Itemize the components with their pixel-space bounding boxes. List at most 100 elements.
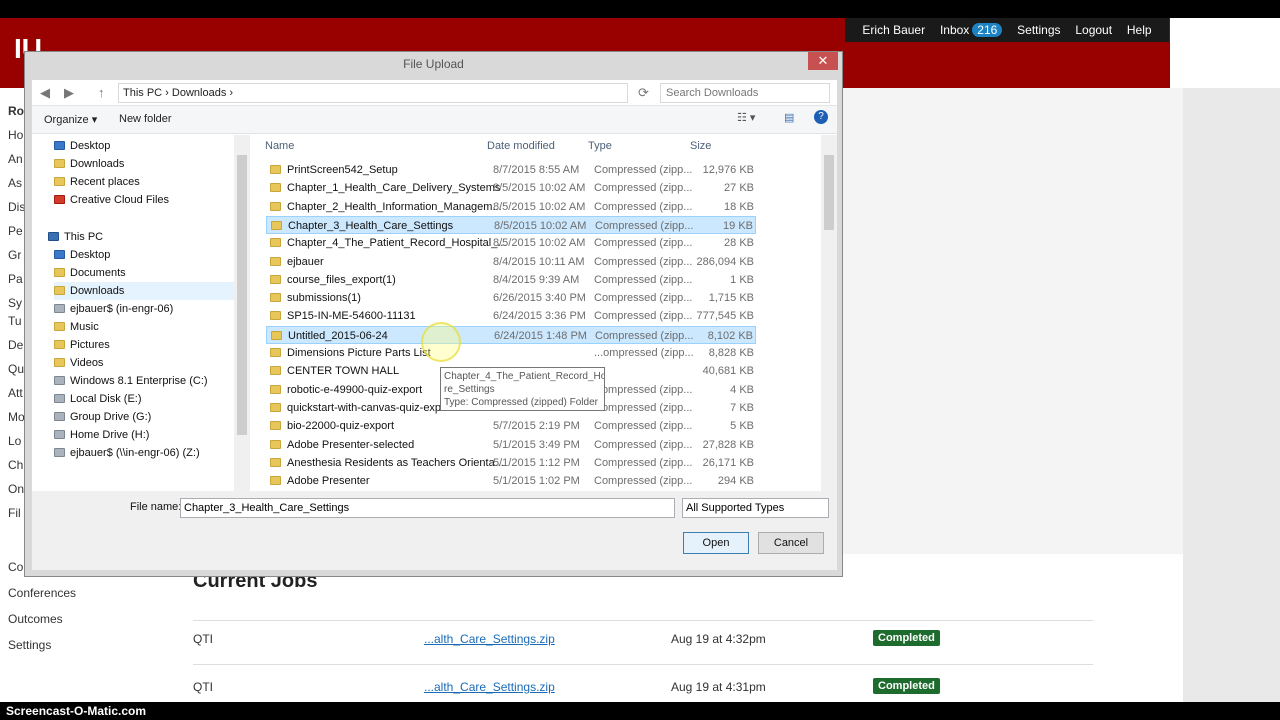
nav-item-partial[interactable]: As: [8, 176, 22, 190]
help-icon[interactable]: ?: [814, 110, 828, 124]
file-date: 5/1/2015 1:02 PM: [493, 475, 580, 488]
file-name: Chapter_4_The_Patient_Record_Hospital_..…: [270, 234, 507, 252]
nav-item-partial[interactable]: Pe: [8, 224, 23, 238]
file-row[interactable]: bio-22000-quiz-export 5/7/2015 2:19 PM Com…: [266, 417, 756, 435]
settings-link[interactable]: Settings: [1017, 23, 1060, 37]
search-input[interactable]: Search Downloads: [660, 83, 830, 103]
file-row[interactable]: Chapter_3_Health_Care_Settings 8/5/2015 1…: [266, 215, 756, 234]
file-name-field[interactable]: Chapter_3_Health_Care_Settings: [180, 498, 675, 518]
file-row[interactable]: Chapter_4_The_Patient_Record_Hospital_..…: [266, 234, 756, 252]
job-file-link[interactable]: ...alth_Care_Settings.zip: [424, 632, 555, 646]
breadcrumb-this-pc[interactable]: This PC: [123, 87, 162, 99]
nav-item-partial[interactable]: On: [8, 482, 24, 496]
close-button[interactable]: ✕: [808, 52, 838, 70]
tree-item[interactable]: Music: [54, 318, 99, 336]
nav-settings[interactable]: Settings: [8, 638, 51, 652]
folder-icon: [54, 340, 65, 349]
top-nav: Erich Bauer Inbox 216 Settings Logout Hel…: [845, 18, 1169, 42]
job-file-link[interactable]: ...alth_Care_Settings.zip: [424, 680, 555, 694]
nav-item-partial[interactable]: De: [8, 338, 23, 352]
column-size[interactable]: Size: [690, 140, 711, 152]
organize-menu[interactable]: Organize ▾: [44, 113, 97, 126]
tree-item[interactable]: Videos: [54, 354, 103, 372]
inbox-count-badge: 216: [972, 23, 1003, 37]
tree-item[interactable]: Downloads: [54, 282, 249, 300]
file-row[interactable]: Anesthesia Residents as Teachers Orienta…: [266, 454, 756, 472]
file-row[interactable]: SP15-IN-ME-54600-11131 6/24/2015 3:36 PM C…: [266, 307, 756, 325]
tree-scrollbar[interactable]: [234, 135, 250, 491]
preview-pane-icon[interactable]: ▤: [784, 111, 794, 124]
up-arrow-icon[interactable]: ↑: [98, 85, 105, 100]
refresh-icon[interactable]: ⟳: [638, 85, 649, 101]
address-bar[interactable]: This PC › Downloads ›: [118, 83, 628, 103]
file-type: Compressed (zipp...: [594, 292, 693, 305]
tree-item[interactable]: Home Drive (H:): [54, 426, 149, 444]
tree-item[interactable]: Local Disk (E:): [54, 390, 142, 408]
nav-item-partial[interactable]: Tu: [8, 314, 22, 328]
nav-item-partial[interactable]: Att: [8, 386, 23, 400]
file-name-text: Chapter_3_Health_Care_Settings: [288, 219, 454, 232]
nav-item-partial[interactable]: Qu: [8, 362, 24, 376]
nav-item-partial[interactable]: Lo: [8, 434, 21, 448]
file-row[interactable]: Adobe Presenter 5/1/2015 1:02 PM Compresse…: [266, 472, 756, 490]
forward-icon[interactable]: ▶: [64, 85, 74, 101]
tree-item[interactable]: ejbauer$ (\\in-engr-06) (Z:): [54, 444, 200, 462]
tree-item[interactable]: Downloads: [54, 155, 124, 173]
tree-item[interactable]: Desktop: [54, 137, 110, 155]
column-type[interactable]: Type: [588, 140, 612, 152]
back-icon[interactable]: ◀: [40, 85, 50, 101]
file-row[interactable]: Chapter_1_Health_Care_Delivery_Systems 8/…: [266, 179, 756, 197]
nav-outcomes[interactable]: Outcomes: [8, 612, 63, 626]
nav-item-partial[interactable]: Ch: [8, 458, 23, 472]
tree-item-label: Creative Cloud Files: [70, 194, 170, 206]
scrollbar-thumb[interactable]: [824, 155, 834, 230]
nav-item-partial[interactable]: Ro: [8, 104, 24, 118]
inbox-link[interactable]: Inbox 216: [940, 23, 1003, 37]
cancel-button[interactable]: Cancel: [758, 532, 824, 554]
scrollbar-thumb[interactable]: [237, 155, 247, 435]
file-list-scrollbar[interactable]: [821, 135, 837, 491]
column-name[interactable]: Name: [265, 140, 294, 152]
nav-item-partial[interactable]: Mo: [8, 410, 25, 424]
file-type-select[interactable]: All Supported Types: [682, 498, 829, 518]
zip-folder-icon: [270, 311, 281, 321]
file-row[interactable]: Dimensions Picture Parts List ...ompresse…: [266, 344, 756, 362]
nav-item-partial[interactable]: Ho: [8, 128, 23, 142]
nav-item-partial[interactable]: An: [8, 152, 23, 166]
file-row[interactable]: submissions(1) 6/26/2015 3:40 PM Compresse…: [266, 289, 756, 307]
tree-item[interactable]: ejbauer$ (in-engr-06): [54, 300, 173, 318]
new-folder-button[interactable]: New folder: [119, 113, 172, 125]
tree-item[interactable]: Desktop: [54, 246, 110, 264]
file-name-text: Anesthesia Residents as Teachers Orienta…: [287, 456, 504, 469]
user-name-link[interactable]: Erich Bauer: [862, 23, 925, 37]
file-row[interactable]: PrintScreen542_Setup 8/7/2015 8:55 AM Comp…: [266, 161, 756, 179]
tree-item[interactable]: Pictures: [54, 336, 110, 354]
tree-item[interactable]: Documents: [54, 264, 126, 282]
breadcrumb-downloads[interactable]: Downloads: [172, 87, 226, 99]
tree-item[interactable]: Windows 8.1 Enterprise (C:): [54, 372, 208, 390]
file-row[interactable]: Chapter_2_Health_Information_Managem... 8…: [266, 198, 756, 216]
nav-item-partial[interactable]: Fil: [8, 506, 21, 520]
view-options-icon[interactable]: ☷ ▾: [737, 111, 755, 124]
tree-item[interactable]: Creative Cloud Files: [54, 191, 169, 209]
column-date-modified[interactable]: Date modified: [487, 140, 555, 152]
file-row[interactable]: course_files_export(1) 8/4/2015 9:39 AM Co…: [266, 271, 756, 289]
nav-item-partial[interactable]: Pa: [8, 272, 23, 286]
open-button[interactable]: Open: [683, 532, 749, 554]
tree-item[interactable]: Group Drive (G:): [54, 408, 151, 426]
file-row[interactable]: Untitled_2015-06-24 6/24/2015 1:48 PM Comp…: [266, 325, 756, 344]
zip-folder-icon: [271, 330, 282, 340]
tree-item[interactable]: This PC: [48, 228, 103, 246]
nav-item-partial[interactable]: Sy: [8, 296, 22, 310]
zip-folder-icon: [270, 421, 281, 431]
job-row: QTI ...alth_Care_Settings.zip Aug 19 at …: [193, 630, 1093, 652]
tree-item[interactable]: Recent places: [54, 173, 140, 191]
tree-item-label: This PC: [64, 231, 104, 243]
file-row[interactable]: Adobe Presenter-selected 5/1/2015 3:49 PM…: [266, 436, 756, 454]
nav-item-partial[interactable]: Dis: [8, 200, 25, 214]
nav-item-partial[interactable]: Gr: [8, 248, 21, 262]
nav-conferences[interactable]: Conferences: [8, 586, 76, 600]
file-row[interactable]: ejbauer 8/4/2015 10:11 AM Compressed (zipp…: [266, 253, 756, 271]
help-link[interactable]: Help: [1127, 23, 1152, 37]
logout-link[interactable]: Logout: [1075, 23, 1112, 37]
